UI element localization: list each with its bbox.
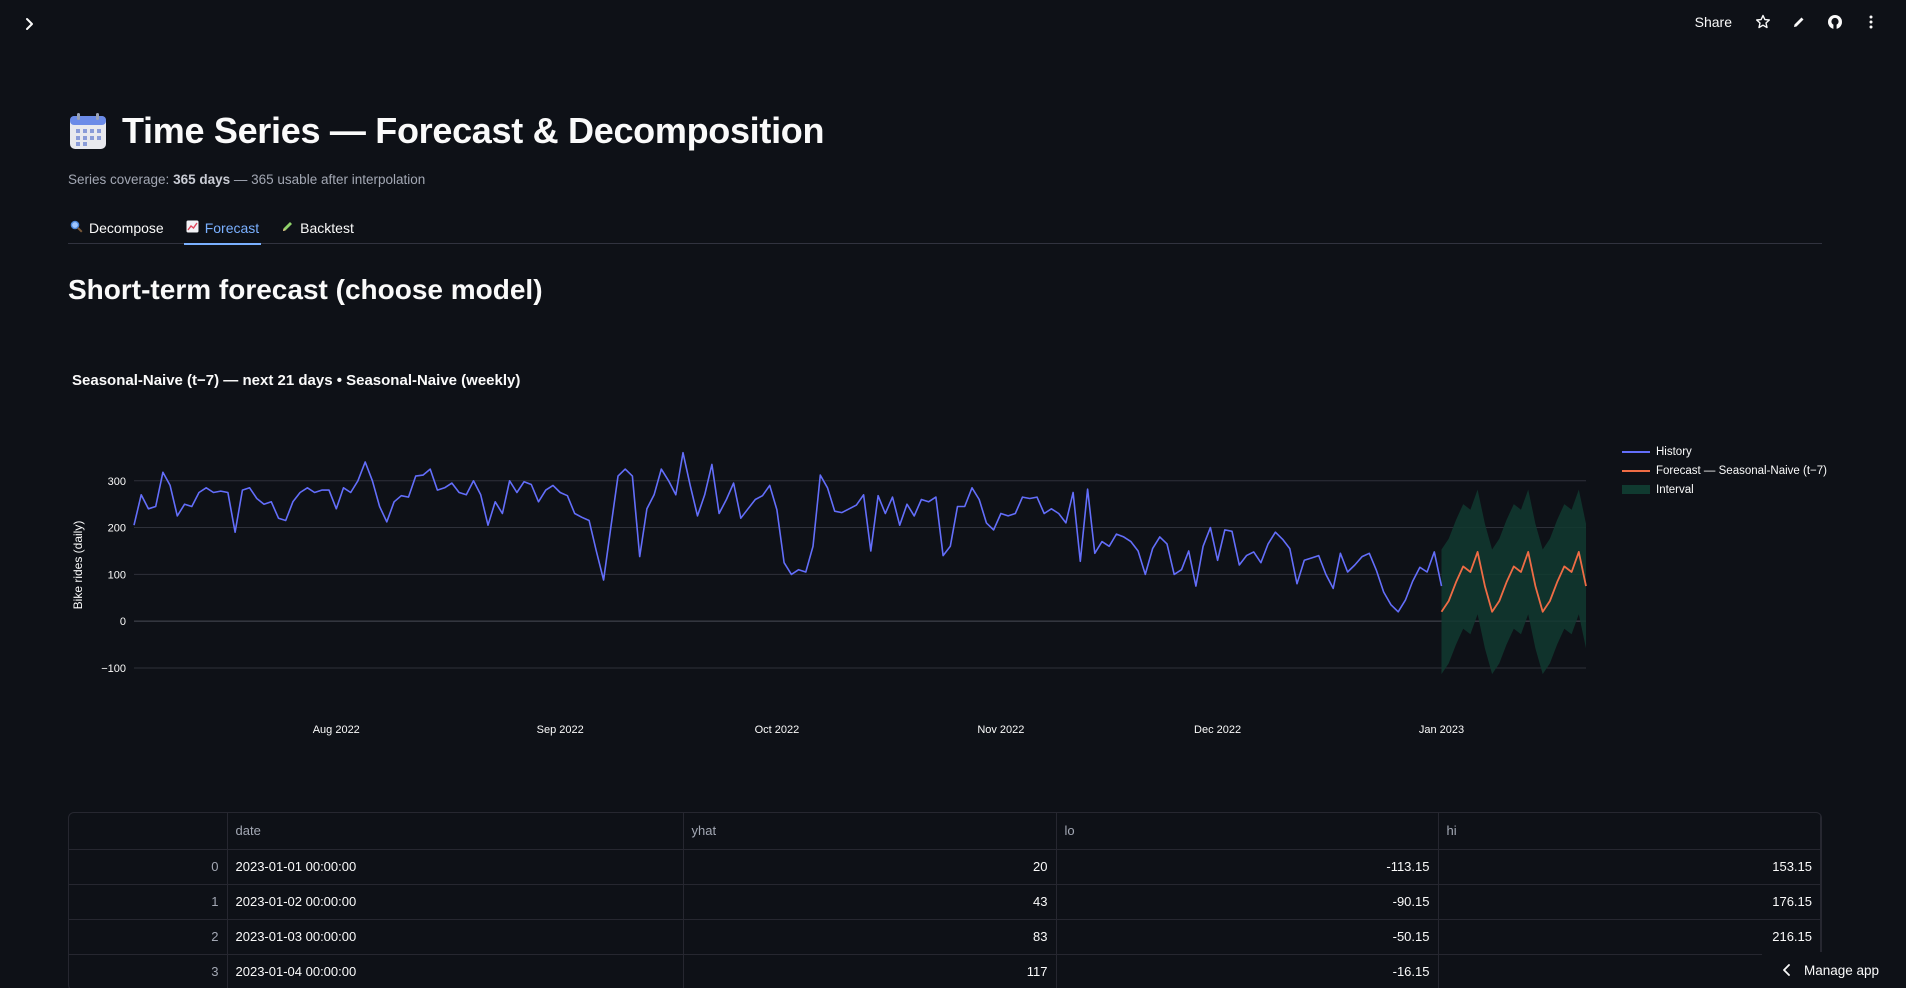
page-title: Time Series — Forecast & Decomposition <box>122 110 825 151</box>
legend-swatch-history <box>1622 450 1650 453</box>
cell-hi[interactable]: 216.15 <box>1438 919 1821 955</box>
chart-plot[interactable]: 300 200 100 0 −100 Aug 2022 Sep 2022 Oct 2022 No… <box>68 362 1838 752</box>
table-row[interactable]: 0 2023-01-01 00:00:00 20 -113.15 153.15 <box>69 849 1821 885</box>
y-tick-label: 300 <box>108 476 126 488</box>
y-tick-label: 100 <box>108 569 126 581</box>
pencil-icon <box>281 220 294 236</box>
caption-prefix: Series coverage: <box>68 172 170 187</box>
y-tick-label: −100 <box>101 663 126 675</box>
column-header-yhat[interactable]: yhat <box>683 813 1057 850</box>
cell-lo[interactable]: -16.15 <box>1056 954 1439 988</box>
chevron-right-icon <box>26 18 33 30</box>
cell-yhat[interactable]: 83 <box>683 919 1057 955</box>
cell-lo[interactable]: -50.15 <box>1056 919 1439 955</box>
table-header-row: date yhat lo hi <box>69 813 1821 850</box>
top-actions: Share <box>1691 12 1880 32</box>
legend-item-forecast[interactable]: Forecast — Seasonal-Naive (t−7) <box>1622 461 1827 480</box>
column-header-lo[interactable]: lo <box>1056 813 1439 850</box>
column-header-hi[interactable]: hi <box>1438 813 1821 850</box>
forecast-table[interactable]: date yhat lo hi 0 2023-01-01 00:00:00 20… <box>68 812 1822 988</box>
x-tick-label: Oct 2022 <box>755 724 800 736</box>
caption-suffix: — 365 usable after interpolation <box>233 172 426 187</box>
cell-date[interactable]: 2023-01-01 00:00:00 <box>227 849 684 885</box>
manage-app-button[interactable]: Manage app <box>1762 952 1906 988</box>
tab-label: Backtest <box>300 219 354 236</box>
table-row[interactable]: 1 2023-01-02 00:00:00 43 -90.15 176.15 <box>69 884 1821 920</box>
history-line <box>133 451 1443 613</box>
cell-date[interactable]: 2023-01-02 00:00:00 <box>227 884 684 920</box>
tab-forecast[interactable]: Forecast <box>183 211 262 245</box>
manage-app-label: Manage app <box>1804 962 1880 978</box>
more-menu-icon[interactable] <box>1862 13 1880 31</box>
chart-legend: History Forecast — Seasonal-Naive (t−7) … <box>1622 442 1827 499</box>
cell-yhat[interactable]: 20 <box>683 849 1057 885</box>
x-tick-label: Sep 2022 <box>537 724 584 736</box>
legend-label: Interval <box>1656 483 1694 496</box>
caption-days: 365 days <box>173 172 231 187</box>
series-coverage-caption: Series coverage: 365 days — 365 usable a… <box>68 172 1822 187</box>
legend-label: Forecast — Seasonal-Naive (t−7) <box>1656 464 1827 477</box>
cell-lo[interactable]: -90.15 <box>1056 884 1439 920</box>
row-index: 3 <box>69 954 228 988</box>
main-content: Time Series — Forecast & Decomposition S… <box>68 110 1822 306</box>
column-header-date[interactable]: date <box>227 813 684 850</box>
forecast-chart[interactable]: Seasonal-Naive (t−7) — next 21 days • Se… <box>68 362 1838 752</box>
interval-band <box>1441 489 1586 675</box>
expand-sidebar-button[interactable] <box>20 14 40 34</box>
section-heading: Short-term forecast (choose model) <box>68 274 543 305</box>
edit-icon[interactable] <box>1790 13 1808 31</box>
title-row: Time Series — Forecast & Decomposition <box>68 110 1822 152</box>
legend-swatch-interval <box>1622 485 1650 494</box>
cell-date[interactable]: 2023-01-03 00:00:00 <box>227 919 684 955</box>
cell-yhat[interactable]: 43 <box>683 884 1057 920</box>
cell-hi[interactable]: 176.15 <box>1438 884 1821 920</box>
legend-item-interval[interactable]: Interval <box>1622 480 1827 499</box>
x-tick-label: Nov 2022 <box>977 724 1024 736</box>
x-tick-label: Jan 2023 <box>1419 724 1464 736</box>
table-row[interactable]: 2 2023-01-03 00:00:00 83 -50.15 216.15 <box>69 919 1821 955</box>
github-icon[interactable] <box>1826 13 1844 31</box>
magnifier-icon <box>70 220 83 236</box>
row-index: 2 <box>69 919 228 955</box>
tab-label: Forecast <box>204 219 260 236</box>
top-bar: Share <box>0 0 1906 48</box>
chevron-left-icon <box>1783 964 1790 976</box>
y-tick-label: 200 <box>108 523 126 535</box>
cell-lo[interactable]: -113.15 <box>1056 849 1439 885</box>
table-row[interactable]: 3 2023-01-04 00:00:00 117 -16.15 250.15 <box>69 954 1821 988</box>
cell-date[interactable]: 2023-01-04 00:00:00 <box>227 954 684 988</box>
y-axis-label: Bike rides (daily) <box>71 521 85 610</box>
tab-backtest[interactable]: Backtest <box>279 211 356 244</box>
y-tick-label: 0 <box>120 616 126 628</box>
share-button[interactable]: Share <box>1691 12 1736 32</box>
legend-item-history[interactable]: History <box>1622 442 1827 461</box>
row-index: 0 <box>69 849 228 885</box>
tab-bar: Decompose Forecast Backtest <box>68 211 1822 245</box>
forecast-table-grid: date yhat lo hi 0 2023-01-01 00:00:00 20… <box>69 813 1821 988</box>
calendar-icon <box>70 113 106 149</box>
row-index: 1 <box>69 884 228 920</box>
cell-hi[interactable]: 153.15 <box>1438 849 1821 885</box>
tab-decompose[interactable]: Decompose <box>68 211 166 244</box>
legend-label: History <box>1656 445 1692 458</box>
chart-icon <box>186 220 199 236</box>
star-icon[interactable] <box>1754 13 1772 31</box>
x-tick-label: Dec 2022 <box>1194 724 1241 736</box>
x-tick-label: Aug 2022 <box>313 724 360 736</box>
cell-yhat[interactable]: 117 <box>683 954 1057 988</box>
column-header-index[interactable] <box>69 813 228 850</box>
legend-swatch-forecast <box>1622 469 1650 472</box>
tab-label: Decompose <box>89 219 164 236</box>
